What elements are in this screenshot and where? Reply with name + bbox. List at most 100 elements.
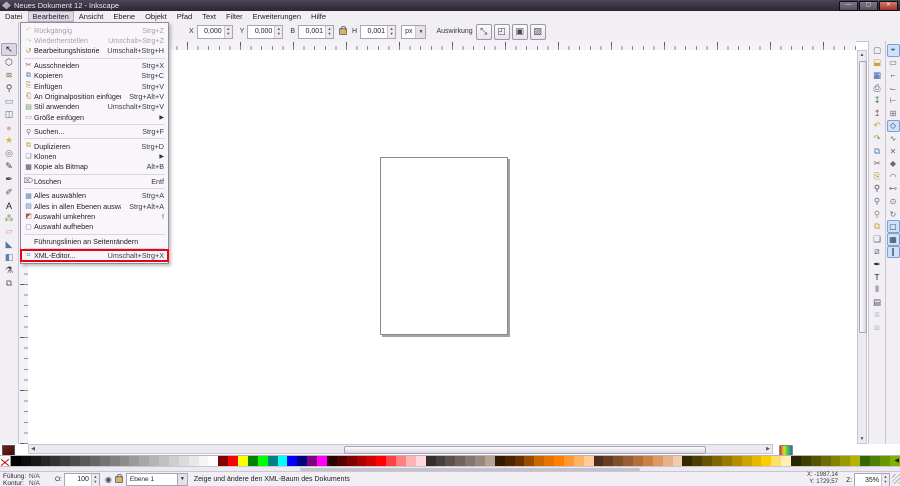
scroll-up-icon[interactable]: ▲ [858, 51, 866, 59]
export-button[interactable]: ↥ [870, 107, 884, 120]
menubar-item-pfad[interactable]: Pfad [172, 11, 197, 22]
menubar-item-objekt[interactable]: Objekt [140, 11, 172, 22]
scroll-right-icon[interactable]: ▶ [764, 445, 772, 453]
zoom-drawing-button[interactable]: ⚲ [870, 195, 884, 208]
menu-item-kopie-als-bitmap[interactable]: ▦Kopie als BitmapAlt+B [21, 162, 168, 172]
x-spinbox[interactable]: 0,000▲▼ [197, 25, 233, 39]
zoom-tool[interactable]: ⚲ [1, 82, 17, 95]
menu-item-führungslinien-an-seitenrändern[interactable]: Führungslinien an Seitenrändern [21, 236, 168, 246]
text-dialog-button[interactable]: T [870, 271, 884, 284]
menu-item-alles-in-allen-ebenen-auswählen[interactable]: ▤Alles in allen Ebenen auswählenStrg+Alt… [21, 201, 168, 211]
menu-item-einfügen[interactable]: ⎘EinfügenStrg+V [21, 81, 168, 91]
zoom-page-button[interactable]: ⚲ [870, 208, 884, 221]
menu-item-bearbeitungshistorie[interactable]: ↺Bearbeitungshistorie...Umschalt+Strg+H [21, 46, 168, 56]
fill-stroke-indicator[interactable]: Füllung:N/A Kontur:N/A [3, 473, 51, 486]
unlink-clone-button[interactable]: ⧄ [870, 246, 884, 259]
snap-bbox-midpoints-button[interactable]: ⊢ [887, 94, 900, 107]
spray-tool[interactable]: ⁂ [1, 212, 17, 225]
zoom-spinbox[interactable]: 35%▲▼ [854, 473, 890, 486]
duplicate-button[interactable]: ⧉ [870, 220, 884, 233]
redo-button[interactable]: ↷ [870, 132, 884, 145]
print-button[interactable]: ⎙ [870, 82, 884, 95]
y-spinbox[interactable]: 0,000▲▼ [247, 25, 283, 39]
menu-item-löschen[interactable]: ⌦LöschenEntf [21, 176, 168, 186]
document-page[interactable] [380, 157, 508, 335]
pen-tool[interactable]: ✒ [1, 173, 17, 186]
scroll-down-icon[interactable]: ▼ [858, 435, 866, 443]
menu-item-auswahl-aufheben[interactable]: ▢Auswahl aufheben [21, 222, 168, 232]
layer-select[interactable]: Ebene 1 ▼ [126, 473, 188, 486]
import-button[interactable]: ↧ [870, 94, 884, 107]
undo-button[interactable]: ↶ [870, 120, 884, 133]
gradient-tool[interactable]: ◧ [1, 251, 17, 264]
save-button[interactable]: ▦ [870, 69, 884, 82]
menu-item-klonen[interactable]: ❏Klonen▶ [21, 151, 168, 161]
box3d-tool[interactable]: ◫ [1, 108, 17, 121]
bucket-fill-tool[interactable]: ◣ [1, 238, 17, 251]
snap-bbox-button[interactable]: ▭ [887, 57, 900, 70]
menubar-item-bearbeiten[interactable]: Bearbeiten [28, 11, 74, 22]
star-tool[interactable]: ★ [1, 134, 17, 147]
layer-visibility-icon[interactable]: ◉ [105, 475, 112, 484]
palette-scroll-left-icon[interactable]: ◀ [894, 457, 899, 464]
layer-lock-icon[interactable] [115, 476, 123, 483]
opacity-spinbox[interactable]: 100▲▼ [64, 473, 100, 486]
open-button[interactable]: ⬓ [870, 57, 884, 70]
maximize-button[interactable]: ▢ [859, 1, 878, 11]
menu-item-an-originalposition-einfügen[interactable]: ⎗An Originalposition einfügenStrg+Alt+V [21, 91, 168, 101]
clone-button[interactable]: ❏ [870, 233, 884, 246]
scroll-left-icon[interactable]: ◀ [29, 445, 37, 453]
snap-rotation-centers-button[interactable]: ↻ [887, 208, 900, 221]
lock-ratio-icon[interactable] [339, 28, 347, 35]
snap-cusp-nodes-button[interactable]: ◆ [887, 157, 900, 170]
snap-guides-button[interactable]: ∥ [887, 246, 900, 259]
snap-enable-button[interactable]: ⌖ [887, 44, 900, 57]
menubar-item-erweiterungen[interactable]: Erweiterungen [248, 11, 306, 22]
cut-button[interactable]: ✂ [870, 157, 884, 170]
tweak-tool[interactable]: ≋ [1, 69, 17, 82]
dropper-tool[interactable]: ⚗ [1, 264, 17, 277]
node-tool[interactable]: ⬡ [1, 56, 17, 69]
menu-item-größe-einfügen[interactable]: ▭Größe einfügen▶ [21, 112, 168, 122]
minimize-button[interactable]: — [839, 1, 858, 11]
menubar-item-datei[interactable]: Datei [0, 11, 28, 22]
zoom-selection-button[interactable]: ⚲ [870, 183, 884, 196]
snap-bbox-centers-button[interactable]: ⊞ [887, 107, 900, 120]
align-dialog-button[interactable]: ⫴ [870, 283, 884, 296]
snap-midpoints-button[interactable]: ⊷ [887, 183, 900, 196]
document-properties-button[interactable]: ▤ [870, 296, 884, 309]
menu-item-ausschneiden[interactable]: ✂AusschneidenStrg+X [21, 60, 168, 70]
vertical-scrollbar[interactable]: ▲ ▼ [857, 50, 867, 444]
height-spinbox[interactable]: 0,001▲▼ [360, 25, 396, 39]
menu-item-xml-editor[interactable]: ⌗XML-Editor...Umschalt+Strg+X [21, 250, 168, 260]
eraser-tool[interactable]: ▱ [1, 225, 17, 238]
menubar-item-ansicht[interactable]: Ansicht [74, 11, 109, 22]
menu-item-alles-auswählen[interactable]: ▦Alles auswählenStrg+A [21, 190, 168, 200]
snap-bbox-edges-button[interactable]: ⌐ [887, 69, 900, 82]
menu-item-kopieren[interactable]: ⧉KopierenStrg+C [21, 71, 168, 81]
snap-object-centers-button[interactable]: ⊙ [887, 195, 900, 208]
calligraphy-tool[interactable]: ✐ [1, 186, 17, 199]
copy-button[interactable]: ⧉ [870, 145, 884, 158]
menubar-item-ebene[interactable]: Ebene [108, 11, 140, 22]
menu-item-suchen[interactable]: ⚲Suchen...Strg+F [21, 127, 168, 137]
affect-gradients-button[interactable]: ▣ [512, 24, 528, 40]
snap-smooth-nodes-button[interactable]: ◠ [887, 170, 900, 183]
horizontal-scrollbar-thumb[interactable] [344, 446, 706, 454]
unit-select[interactable]: px▼ [401, 25, 426, 39]
snap-page-border-button[interactable]: ▢ [887, 220, 900, 233]
new-document-button[interactable]: ▢ [870, 44, 884, 57]
fill-stroke-dialog-button[interactable]: ✒ [870, 258, 884, 271]
chevron-down-icon[interactable]: ▼ [178, 473, 188, 486]
menubar-item-text[interactable]: Text [197, 11, 221, 22]
snap-bbox-corners-button[interactable]: ⌙ [887, 82, 900, 95]
menubar-item-filter[interactable]: Filter [221, 11, 248, 22]
menu-item-stil-anwenden[interactable]: ▤Stil anwendenUmschalt+Strg+V [21, 102, 168, 112]
resize-grip[interactable] [892, 474, 900, 484]
affect-patterns-button[interactable]: ▨ [530, 24, 546, 40]
ellipse-tool[interactable]: ● [1, 121, 17, 134]
snap-intersections-button[interactable]: ✕ [887, 145, 900, 158]
affect-corners-button[interactable]: ◰ [494, 24, 510, 40]
selector-tool[interactable]: ↖ [1, 43, 17, 56]
close-button[interactable]: ✕ [879, 1, 898, 11]
